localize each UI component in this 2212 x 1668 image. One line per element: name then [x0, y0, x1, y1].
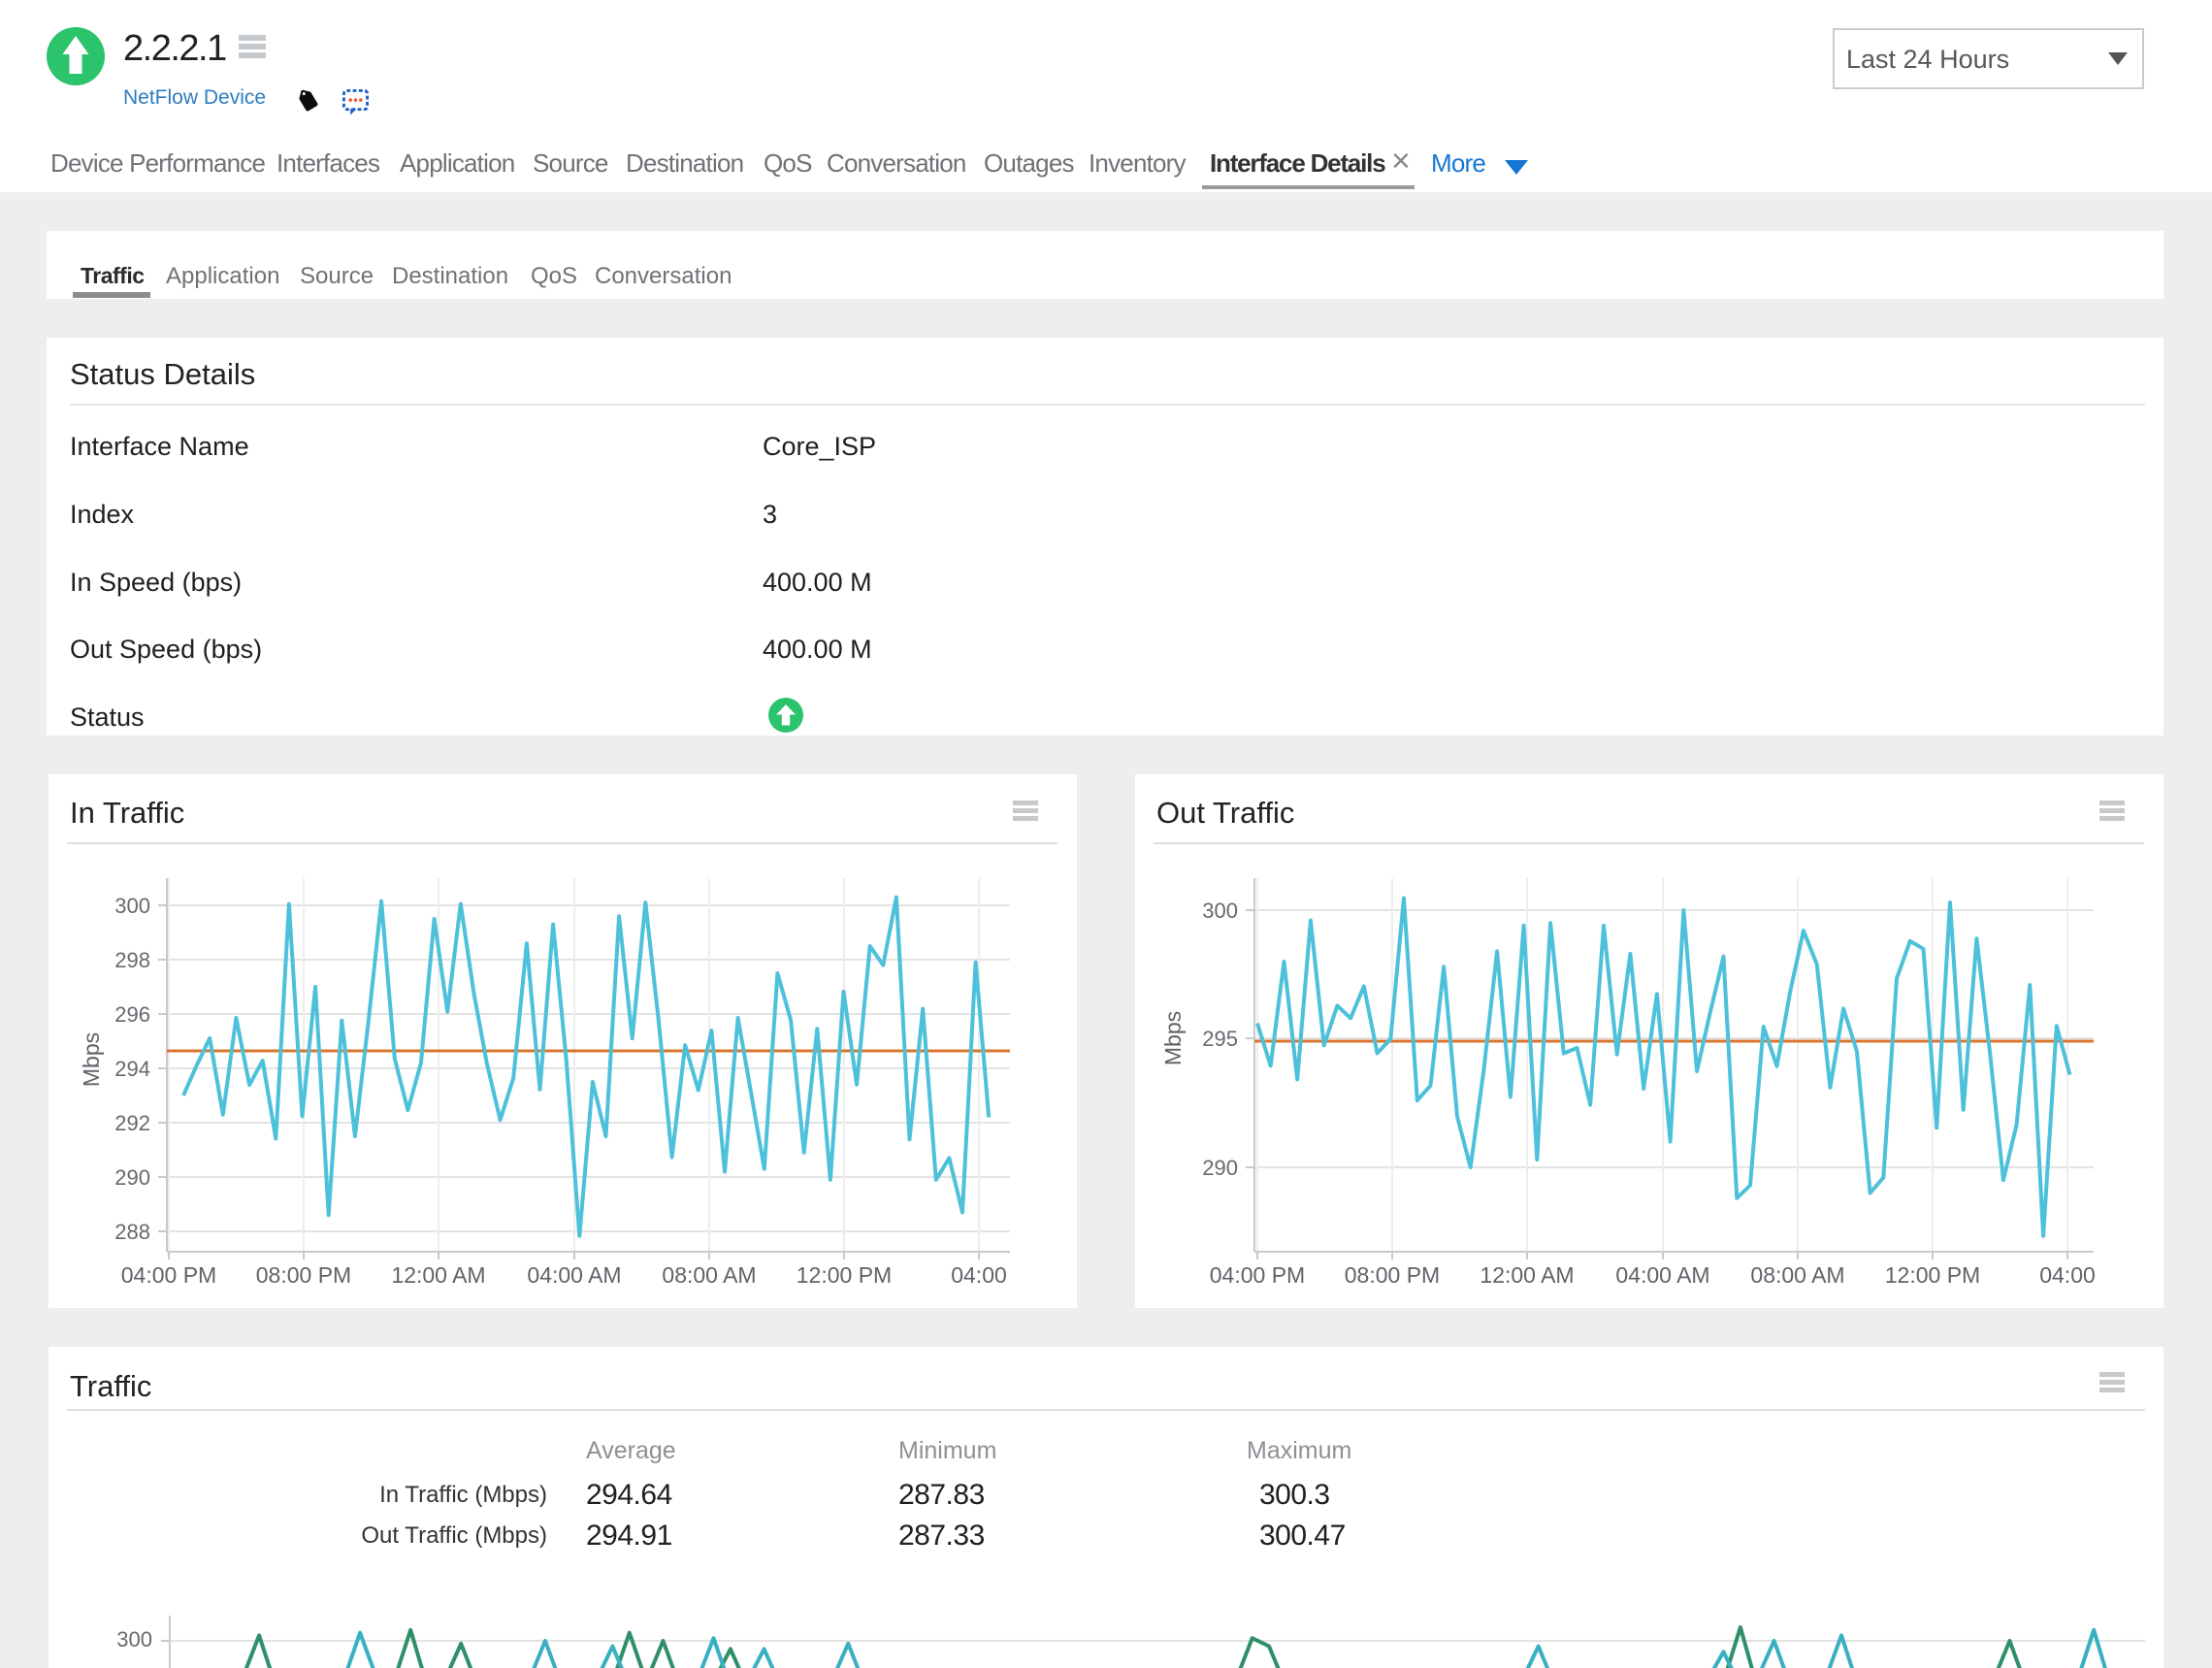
svg-text:300: 300: [116, 1627, 152, 1652]
svg-text:12:00 PM: 12:00 PM: [797, 1262, 892, 1288]
svg-text:290: 290: [1202, 1156, 1238, 1180]
svg-text:288: 288: [114, 1220, 150, 1244]
svg-text:Mbps: Mbps: [1160, 1011, 1186, 1065]
svg-text:04:00: 04:00: [2039, 1262, 2096, 1288]
svg-text:294: 294: [114, 1057, 150, 1081]
svg-text:300: 300: [114, 894, 150, 918]
svg-text:Mbps: Mbps: [79, 1032, 104, 1087]
svg-text:08:00 PM: 08:00 PM: [1345, 1262, 1440, 1288]
svg-text:08:00 AM: 08:00 AM: [662, 1262, 756, 1288]
svg-text:12:00 AM: 12:00 AM: [1480, 1262, 1574, 1288]
svg-text:04:00: 04:00: [951, 1262, 1007, 1288]
svg-text:12:00 AM: 12:00 AM: [391, 1262, 485, 1288]
svg-text:04:00 AM: 04:00 AM: [527, 1262, 621, 1288]
svg-text:04:00 PM: 04:00 PM: [1210, 1262, 1305, 1288]
svg-text:296: 296: [114, 1002, 150, 1027]
svg-text:04:00 PM: 04:00 PM: [121, 1262, 216, 1288]
svg-text:04:00 AM: 04:00 AM: [1615, 1262, 1709, 1288]
svg-text:08:00 PM: 08:00 PM: [256, 1262, 351, 1288]
svg-text:12:00 PM: 12:00 PM: [1885, 1262, 1980, 1288]
svg-text:298: 298: [114, 948, 150, 972]
svg-text:292: 292: [114, 1111, 150, 1135]
svg-text:290: 290: [114, 1165, 150, 1190]
svg-text:08:00 AM: 08:00 AM: [1750, 1262, 1844, 1288]
svg-text:300: 300: [1202, 899, 1238, 923]
svg-text:295: 295: [1202, 1027, 1238, 1051]
